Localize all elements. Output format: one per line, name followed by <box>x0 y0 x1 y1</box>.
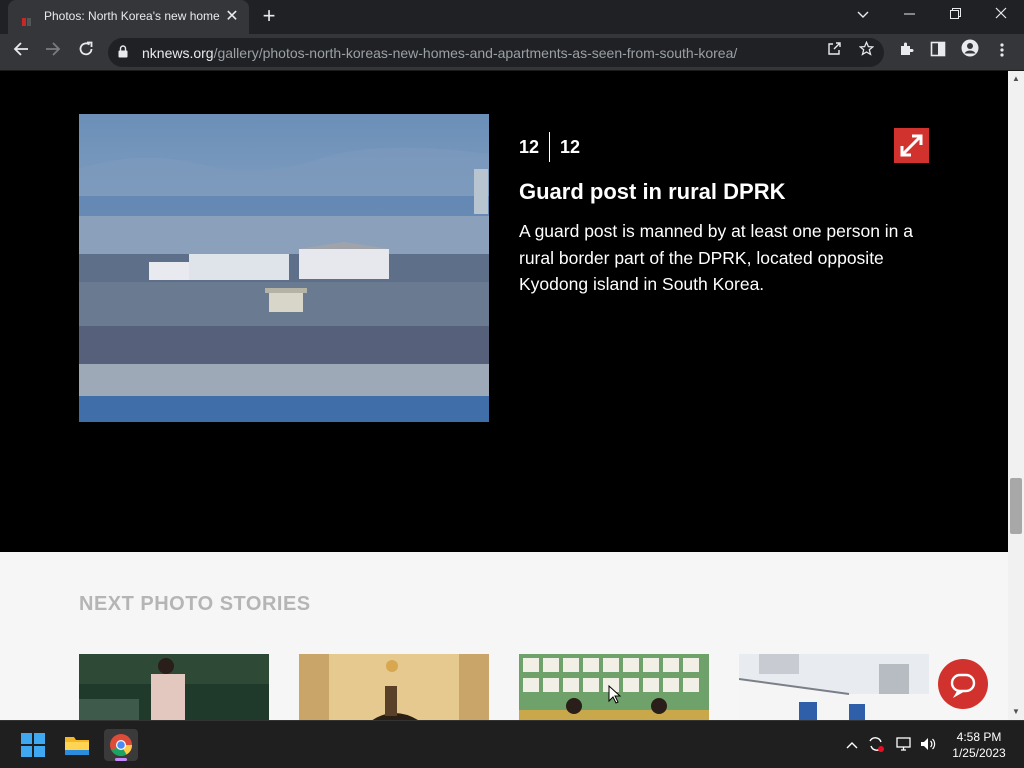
nknews-favicon-icon <box>22 13 36 26</box>
page-viewport: 12 12 Guard post in rural DPRK A guard p… <box>0 71 1008 720</box>
slide-counter: 12 12 <box>519 132 581 162</box>
gallery-section: 12 12 Guard post in rural DPRK A guard p… <box>0 71 1008 552</box>
scroll-down-icon[interactable]: ▼ <box>1008 704 1024 720</box>
page-scrollbar[interactable]: ▲ ▼ <box>1008 71 1024 720</box>
photo-caption: A guard post is manned by at least one p… <box>519 221 914 294</box>
profile-icon[interactable] <box>957 39 983 65</box>
lock-icon[interactable] <box>118 45 128 58</box>
windows-start-icon[interactable] <box>16 729 50 761</box>
back-icon[interactable] <box>8 39 34 65</box>
new-tab-button[interactable]: + <box>257 5 281 29</box>
share-icon[interactable] <box>822 40 846 64</box>
mouse-cursor-icon <box>608 685 622 704</box>
star-icon[interactable] <box>854 40 878 64</box>
active-tab[interactable]: Photos: North Korea's new home ✕ <box>8 0 249 34</box>
clock-date: 1/25/2023 <box>952 746 1006 760</box>
clock-time: 4:58 PM <box>956 730 1002 744</box>
volume-icon[interactable] <box>918 735 938 755</box>
extensions-icon[interactable] <box>893 39 919 65</box>
url-host: nknews.org <box>142 45 214 61</box>
slide-current: 12 <box>519 136 540 157</box>
restore-button[interactable] <box>932 0 978 30</box>
expand-icon <box>900 134 923 157</box>
minimize-button[interactable] <box>886 0 932 30</box>
tab-close-icon[interactable]: ✕ <box>222 7 242 27</box>
url-path: /gallery/photos-north-koreas-new-homes-a… <box>213 45 738 61</box>
close-window-button[interactable] <box>978 0 1024 30</box>
reload-icon[interactable] <box>73 39 99 65</box>
forward-icon[interactable] <box>40 39 66 65</box>
address-bar[interactable]: nknews.org/gallery/photos-north-koreas-n… <box>108 38 884 67</box>
network-icon[interactable] <box>894 735 914 755</box>
tab-strip: Photos: North Korea's new home ✕ + <box>0 0 1024 34</box>
tab-title: Photos: North Korea's new home <box>44 9 220 23</box>
tab-search-icon[interactable] <box>840 0 886 30</box>
browser-toolbar: nknews.org/gallery/photos-north-koreas-n… <box>0 34 1024 71</box>
next-stories-heading: NEXT PHOTO STORIES <box>79 593 311 615</box>
scroll-up-icon[interactable]: ▲ <box>1008 71 1024 87</box>
sidepanel-icon[interactable] <box>925 39 951 65</box>
counter-divider <box>549 132 551 162</box>
sync-icon[interactable] <box>866 735 886 755</box>
story-thumb-woman[interactable] <box>79 654 269 720</box>
windows-taskbar: 4:58 PM 1/25/2023 <box>0 720 1024 768</box>
chrome-taskbar-icon[interactable] <box>104 729 138 761</box>
slide-total: 12 <box>560 136 581 157</box>
scroll-thumb[interactable] <box>1010 478 1022 534</box>
story-thumb-statue[interactable] <box>299 654 489 720</box>
menu-icon[interactable] <box>989 39 1015 65</box>
file-explorer-icon[interactable] <box>60 729 94 761</box>
story-thumb-buildings[interactable] <box>739 654 929 720</box>
chat-button[interactable] <box>938 659 988 709</box>
url-text[interactable]: nknews.org/gallery/photos-north-koreas-n… <box>142 45 737 61</box>
tray-chevron-icon[interactable] <box>842 735 862 755</box>
chat-icon <box>950 673 976 699</box>
photo-title: Guard post in rural DPRK <box>519 179 786 204</box>
gallery-photo[interactable] <box>79 114 489 422</box>
system-clock[interactable]: 4:58 PM 1/25/2023 <box>944 729 1014 761</box>
expand-button[interactable] <box>894 128 929 163</box>
